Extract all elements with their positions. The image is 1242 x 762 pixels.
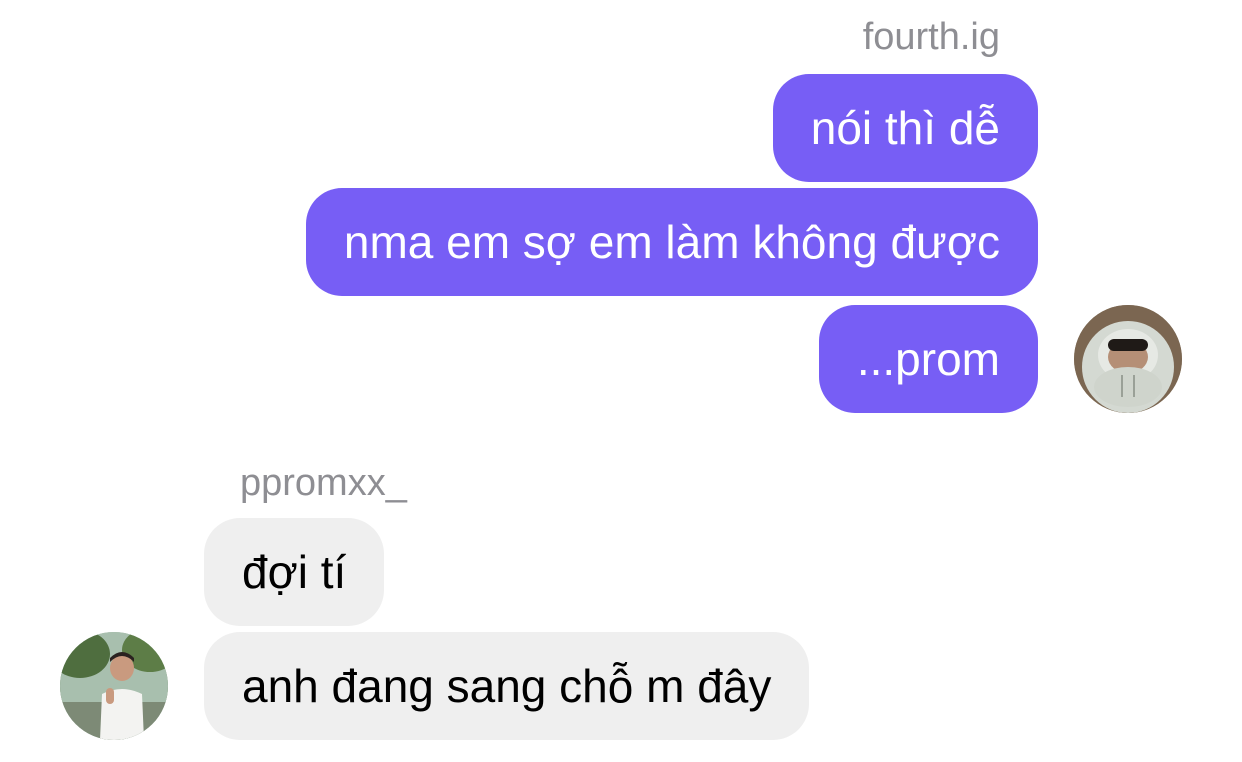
person-outdoors-avatar-image	[60, 632, 168, 740]
sender-name-outgoing: fourth.ig	[862, 16, 1000, 58]
hooded-person-avatar-image	[1074, 305, 1182, 413]
sender-name-incoming: ppromxx_	[240, 462, 407, 504]
message-bubble-incoming[interactable]: đợi tí	[204, 518, 385, 626]
avatar-incoming[interactable]	[60, 632, 168, 740]
message-bubble-outgoing[interactable]: nma em sợ em làm không được	[305, 188, 1038, 296]
message-bubble-incoming[interactable]: anh đang sang chỗ m đây	[204, 632, 810, 740]
message-bubble-outgoing[interactable]: nói thì dễ	[772, 74, 1038, 182]
avatar-outgoing[interactable]	[1074, 305, 1182, 413]
message-bubble-outgoing[interactable]: ...prom	[818, 305, 1038, 413]
